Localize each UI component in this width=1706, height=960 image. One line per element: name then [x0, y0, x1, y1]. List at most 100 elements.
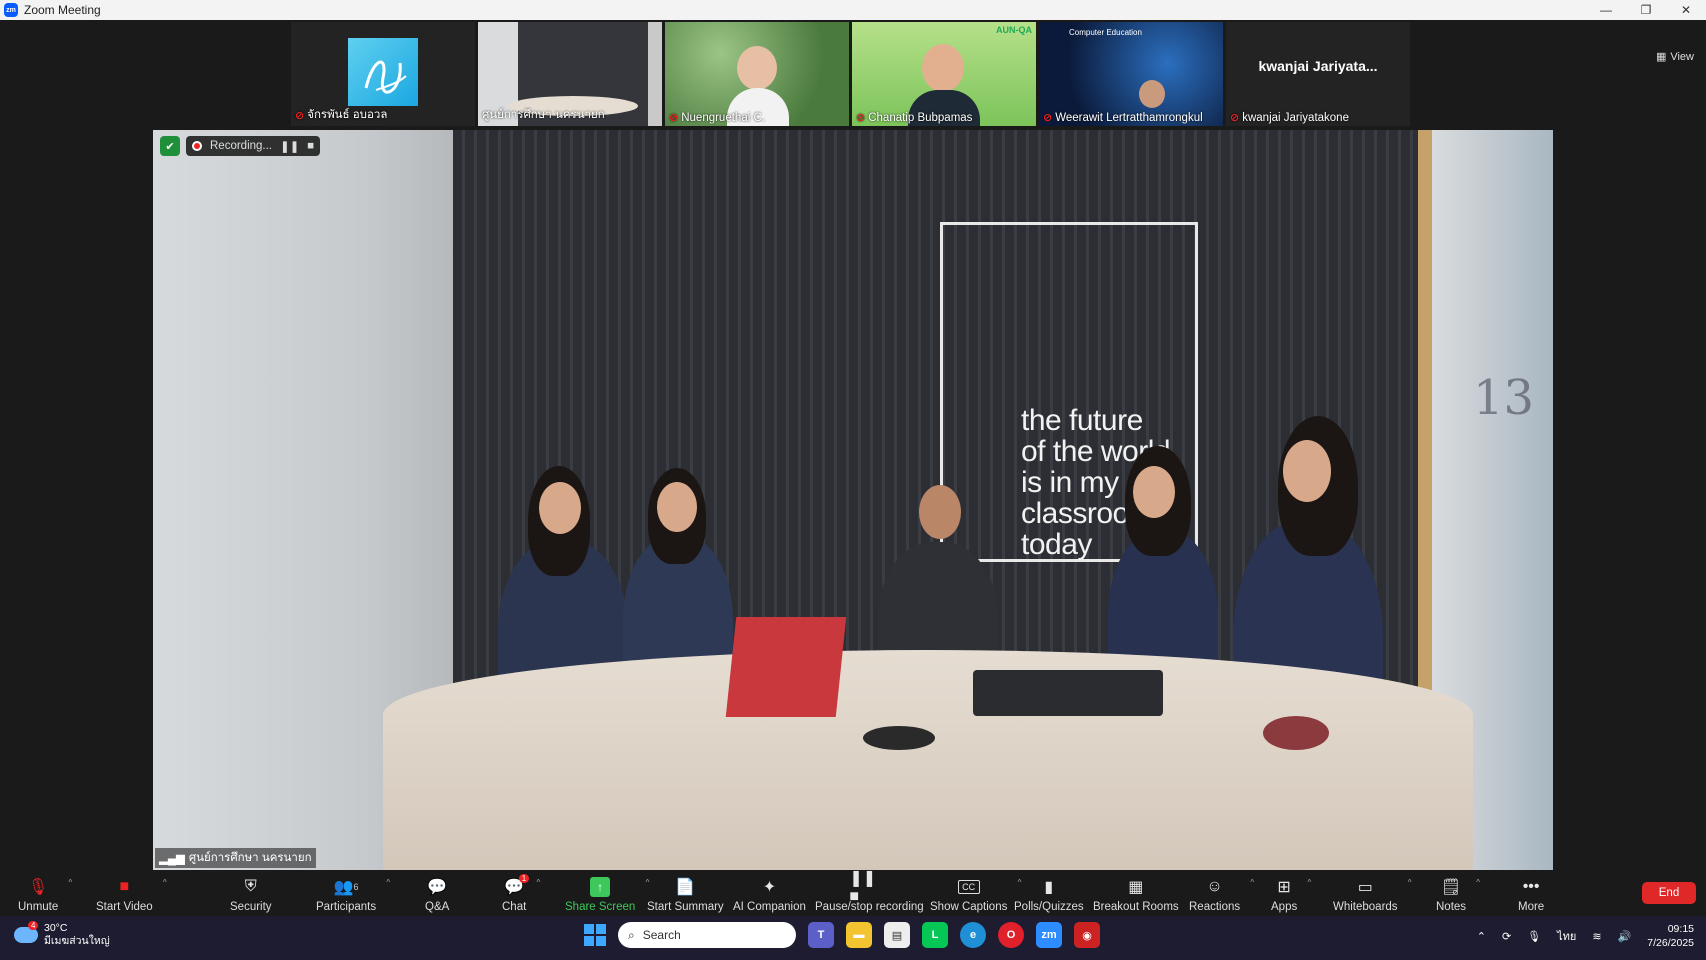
gallery-strip: ⊘ จักรพันธ์ อบอวล ศูนย์การศึกษา นครนายก ⊘…	[0, 20, 1706, 128]
wifi-icon[interactable]: ≋	[1592, 930, 1601, 943]
participant-tile[interactable]: ⊘ จักรพันธ์ อบอวล	[291, 22, 475, 126]
line-icon[interactable]: L	[922, 922, 948, 948]
ai-companion-icon: ✦	[762, 879, 777, 896]
notepad-icon[interactable]: ▤	[884, 922, 910, 948]
notes-icon: 🗒	[1440, 879, 1462, 896]
breakout-rooms-button[interactable]: ▦ Breakout Rooms	[1093, 870, 1179, 916]
notes-button[interactable]: 🗒 Notes ^	[1436, 870, 1480, 916]
security-button[interactable]: ⛨ Security	[230, 870, 272, 916]
qa-button[interactable]: 💬 Q&A	[425, 870, 449, 916]
opera-icon[interactable]: O	[998, 922, 1024, 948]
banner-text: AUN-QA	[996, 25, 1032, 35]
teams-icon[interactable]: T	[808, 922, 834, 948]
chevron-up-icon[interactable]: ^	[386, 878, 390, 887]
pause-recording-button[interactable]: ❚❚	[280, 139, 299, 153]
chevron-up-icon[interactable]: ^	[1250, 878, 1254, 887]
volume-icon[interactable]: 🔊	[1618, 930, 1632, 943]
zoom-taskbar-icon[interactable]: zm	[1036, 922, 1062, 948]
person-face	[1283, 440, 1331, 502]
windows-start-icon[interactable]	[584, 924, 606, 946]
start-video-button[interactable]: ■ Start Video ^	[96, 870, 167, 916]
mic-off-icon: ⊘	[1043, 112, 1053, 124]
polls-quizzes-button[interactable]: ▮ Polls/Quizzes	[1014, 870, 1084, 916]
chevron-up-icon[interactable]: ^	[69, 878, 73, 887]
chevron-up-icon[interactable]: ^	[1307, 878, 1311, 887]
clock[interactable]: 09:15 7/26/2025	[1647, 922, 1694, 950]
main-video[interactable]: 13 the future of the world is in my clas…	[153, 130, 1553, 870]
chevron-up-icon[interactable]: ^	[1476, 878, 1480, 887]
chevron-up-icon[interactable]: ^	[1408, 878, 1412, 887]
refresh-icon[interactable]: ⟳	[1502, 930, 1511, 943]
reactions-button[interactable]: ☺ Reactions ^	[1189, 870, 1254, 916]
window-title: Zoom Meeting	[24, 3, 101, 17]
file-explorer-icon[interactable]: ▬	[846, 922, 872, 948]
pause-stop-icon: ❚❚ ■	[849, 870, 877, 905]
participant-tile[interactable]: AUN-QA ⊘ Chanatip Bubpamas	[852, 22, 1036, 126]
camera-app-icon[interactable]: ◉	[1074, 922, 1100, 948]
participant-name: kwanjai Jariyatakone	[1242, 111, 1349, 124]
reactions-icon: ☺	[1206, 878, 1223, 895]
participant-tile[interactable]: ศูนย์การศึกษา นครนายก	[478, 22, 662, 126]
system-tray: ⌃ ⟳ 🎙 ไทย ≋ 🔊 09:15 7/26/2025	[1477, 922, 1694, 950]
clock-time: 09:15	[1667, 923, 1694, 935]
cloud-icon: 4	[14, 921, 39, 943]
more-icon: •••	[1522, 878, 1540, 895]
participant-name: Weerawit Lertratthamrongkul	[1055, 111, 1203, 124]
mic-off-icon: ⊘	[1230, 112, 1240, 124]
view-button[interactable]: ▦ View	[1655, 50, 1694, 64]
conference-table	[383, 650, 1473, 870]
person-face	[657, 482, 697, 532]
ai-companion-button[interactable]: ✦ AI Companion	[733, 870, 806, 916]
signature-logo-icon	[364, 60, 407, 94]
chevron-up-icon[interactable]: ^	[163, 878, 167, 887]
show-captions-button[interactable]: CC Show Captions ^	[930, 870, 1021, 916]
share-screen-button[interactable]: ↑ Share Screen ^	[565, 870, 649, 916]
pause-stop-recording-button[interactable]: ❚❚ ■ Pause/stop recording	[815, 870, 924, 916]
search-icon: ⌕	[628, 927, 635, 942]
chat-badge: 1	[518, 874, 530, 883]
participant-face	[1139, 80, 1165, 108]
maximize-button[interactable]: ❐	[1626, 0, 1666, 20]
grid-icon: ▦	[1655, 51, 1667, 63]
person-face	[539, 482, 581, 534]
banner-text: Computer Education	[1069, 28, 1142, 37]
unmute-button[interactable]: 🎙 Unmute ^	[18, 870, 72, 916]
participants-button[interactable]: 👥 6 Participants ^	[316, 870, 390, 916]
glass-wall-text: 13	[1473, 370, 1535, 426]
search-placeholder: Search	[642, 928, 681, 942]
mouse	[1263, 716, 1329, 750]
chevron-up-icon[interactable]: ^	[537, 878, 541, 887]
chevron-up-icon[interactable]: ⌃	[1477, 930, 1486, 943]
participant-tile[interactable]: Computer Education ⊘ Weerawit Lertrattham…	[1039, 22, 1223, 126]
chat-icon: 💬 1	[504, 874, 530, 897]
end-meeting-button[interactable]: End	[1642, 882, 1696, 904]
participant-name: ศูนย์การศึกษา นครนายก	[482, 109, 605, 121]
language-indicator[interactable]: ไทย	[1557, 927, 1576, 945]
participant-name: จักรพันธ์ อบอวล	[307, 109, 388, 121]
weather-widget[interactable]: 4 30°C มีเมฆส่วนใหญ่	[14, 921, 110, 948]
microphone-icon[interactable]: 🎙	[1527, 930, 1541, 943]
edge-icon[interactable]: e	[960, 922, 986, 948]
window-titlebar: zm Zoom Meeting — ❐ ✕	[0, 0, 1706, 20]
video-off-icon: ■	[119, 878, 130, 895]
security-shield-icon[interactable]: ✔	[160, 136, 180, 156]
meeting-toolbar: 🎙 Unmute ^ ■ Start Video ^ ⛨ Security 👥 6 P…	[0, 870, 1706, 916]
weather-desc: มีเมฆส่วนใหญ่	[44, 935, 110, 947]
red-laptop	[725, 617, 847, 717]
apps-button[interactable]: ⊞ Apps ^	[1271, 870, 1311, 916]
person-face	[1133, 466, 1175, 518]
speaker-label: ▂▄▆ ศูนย์การศึกษา นครนายก	[155, 848, 316, 868]
taskbar-search[interactable]: ⌕ Search	[618, 922, 796, 948]
participant-name: Chanatip Bubpamas	[868, 111, 973, 124]
whiteboards-button[interactable]: ▭ Whiteboards ^	[1333, 870, 1412, 916]
participant-tile[interactable]: ⊘ Nuengruethai C.	[665, 22, 849, 126]
start-summary-button[interactable]: 📄 Start Summary	[647, 870, 724, 916]
recording-bar: ✔ Recording... ❚❚ ■	[160, 136, 321, 156]
participant-tile[interactable]: kwanjai Jariyata... ⊘ kwanjai Jariyatakon…	[1226, 22, 1410, 126]
more-button[interactable]: ••• More	[1518, 870, 1544, 916]
minimize-button[interactable]: —	[1586, 0, 1626, 20]
close-button[interactable]: ✕	[1666, 0, 1706, 20]
captions-icon: CC	[957, 880, 980, 894]
stop-recording-button[interactable]: ■	[307, 140, 314, 152]
chat-button[interactable]: 💬 1 Chat ^	[502, 870, 540, 916]
